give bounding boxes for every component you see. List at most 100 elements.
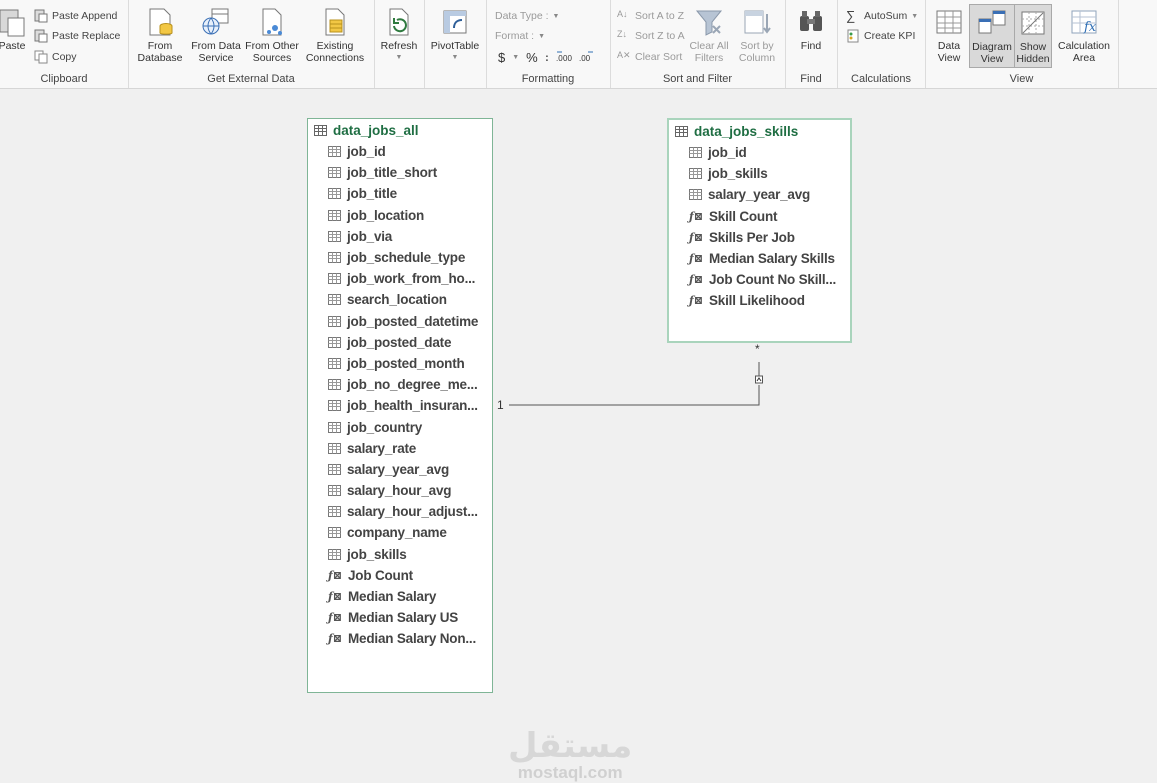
autosum-button[interactable]: ∑ AutoSum ▼ — [846, 8, 918, 24]
table-measure-row[interactable]: ƒ⊠ Median Salary — [308, 586, 492, 607]
sort-a-z-button[interactable]: A↓ Sort A to Z — [617, 8, 684, 24]
table-column-row[interactable]: job_skills — [308, 544, 492, 565]
table-column-row[interactable]: job_no_degree_me... — [308, 374, 492, 395]
clear-sort-icon: A✕ — [617, 50, 631, 60]
clear-sort-button[interactable]: A✕ Clear Sort — [617, 49, 682, 65]
diagram-view-button[interactable]: Diagram View — [969, 4, 1015, 68]
table-measure-row[interactable]: ƒ⊠ Job Count No Skill... — [669, 269, 850, 290]
measure-name: Job Count — [348, 567, 413, 583]
table-column-row[interactable]: job_posted_datetime — [308, 311, 492, 332]
refresh-group: Refresh ▼ — [374, 0, 425, 88]
paste-button[interactable]: Paste — [0, 6, 30, 52]
find-button[interactable]: Find — [789, 6, 833, 52]
table-column-row[interactable]: company_name — [308, 522, 492, 543]
diagram-view-icon — [978, 10, 1006, 34]
table-measure-row[interactable]: ƒ⊠ Median Salary US — [308, 607, 492, 628]
format-label: Format : — [495, 30, 535, 42]
column-icon — [328, 485, 341, 497]
paste-replace-icon — [34, 29, 48, 43]
table-column-row[interactable]: job_skills — [669, 163, 850, 184]
measure-fx-icon: ƒ⊠ — [328, 590, 342, 604]
table-data-jobs-all[interactable]: data_jobs_all job_id job_title_short job_t… — [307, 118, 493, 693]
create-kpi-button[interactable]: Create KPI — [846, 28, 915, 44]
comma-style-button[interactable]: ։ — [545, 49, 549, 65]
measure-fx-icon: ƒ⊠ — [328, 568, 342, 582]
percent-button[interactable]: % — [526, 50, 538, 65]
watermark-arabic: مستقل — [508, 727, 633, 765]
formatting-group: Data Type : ▼ Format : ▼ $ ▼ % ։ .0 00 .0… — [486, 0, 611, 88]
pivottable-button[interactable]: PivotTable ▼ — [428, 6, 482, 64]
table-measure-row[interactable]: ƒ⊠ Skill Likelihood — [669, 290, 850, 311]
data-view-button[interactable]: Data View — [929, 6, 969, 64]
table-measure-row[interactable]: ƒ⊠ Skill Count — [669, 206, 850, 227]
table-measure-row[interactable]: ƒ⊠ Median Salary Non... — [308, 628, 492, 649]
table-column-row[interactable]: salary_hour_adjust... — [308, 501, 492, 522]
sort-by-column-button[interactable]: Sort by Column — [734, 6, 780, 64]
autosum-label: AutoSum — [864, 10, 908, 22]
table-measure-row[interactable]: ƒ⊠ Skills Per Job — [669, 227, 850, 248]
table-column-row[interactable]: job_health_insuran... — [308, 395, 492, 416]
table-column-row[interactable]: job_posted_month — [308, 353, 492, 374]
data-type-dropdown[interactable]: Data Type : ▼ — [495, 8, 559, 24]
table-column-row[interactable]: job_id — [308, 141, 492, 162]
view-group: Data View Diagram View Show Hidden fx Ca… — [925, 0, 1119, 88]
clear-all-filters-button[interactable]: Clear All Filters — [686, 6, 732, 64]
decrease-decimal-icon[interactable]: .00 — [579, 50, 595, 64]
sort-z-a-button[interactable]: Z↓ Sort Z to A — [617, 28, 685, 44]
currency-button[interactable]: $ — [498, 50, 505, 65]
table-column-row[interactable]: job_country — [308, 416, 492, 437]
table-column-row[interactable]: salary_rate — [308, 438, 492, 459]
increase-decimal-icon[interactable]: .0 00 — [556, 50, 572, 64]
svg-text:00: 00 — [563, 54, 572, 63]
column-icon — [328, 527, 341, 539]
from-other-sources-button[interactable]: From Other Sources — [244, 6, 300, 64]
pivottable-group: PivotTable ▼ — [424, 0, 487, 88]
sort-a-z-label: Sort A to Z — [635, 10, 685, 22]
table-title[interactable]: data_jobs_all — [308, 119, 492, 141]
format-dropdown[interactable]: Format : ▼ — [495, 28, 545, 44]
data-view-label: Data View — [937, 40, 961, 64]
table-title[interactable]: data_jobs_skills — [669, 120, 850, 142]
currency-dropdown-icon[interactable]: ▼ — [512, 54, 519, 61]
table-column-row[interactable]: job_work_from_ho... — [308, 268, 492, 289]
table-measure-row[interactable]: ƒ⊠ Median Salary Skills — [669, 248, 850, 269]
paste-replace-button[interactable]: Paste Replace — [34, 28, 120, 44]
table-column-row[interactable]: job_schedule_type — [308, 247, 492, 268]
show-hidden-icon — [1021, 11, 1045, 35]
table-data-jobs-skills[interactable]: data_jobs_skills job_id job_skills salary_… — [667, 118, 852, 343]
table-column-row[interactable]: job_via — [308, 226, 492, 247]
column-name: job_id — [347, 144, 386, 160]
from-data-service-button[interactable]: From Data Service — [188, 6, 244, 64]
calculation-area-button[interactable]: fx Calculation Area — [1053, 6, 1115, 64]
diagram-canvas[interactable]: 1 * data_jobs_all job_id job_title_short j… — [0, 89, 1157, 782]
calculation-area-icon: fx — [1071, 10, 1097, 35]
table-column-row[interactable]: salary_hour_avg — [308, 480, 492, 501]
copy-button[interactable]: Copy — [34, 49, 77, 65]
table-measure-row[interactable]: ƒ⊠ Job Count — [308, 565, 492, 586]
relationship-line[interactable] — [0, 89, 1157, 723]
table-column-row[interactable]: search_location — [308, 289, 492, 310]
table-column-row[interactable]: salary_year_avg — [308, 459, 492, 480]
table-column-row[interactable]: job_id — [669, 142, 850, 163]
measure-name: Median Salary US — [348, 610, 459, 626]
refresh-button[interactable]: Refresh ▼ — [376, 6, 422, 64]
table-column-row[interactable]: job_title — [308, 183, 492, 204]
show-hidden-button[interactable]: Show Hidden — [1014, 4, 1052, 68]
pivottable-label: PivotTable — [430, 40, 480, 52]
table-column-row[interactable]: salary_year_avg — [669, 184, 850, 205]
column-name: salary_hour_adjust... — [347, 504, 478, 520]
column-name: job_title_short — [347, 165, 438, 181]
table-column-row[interactable]: job_location — [308, 205, 492, 226]
paste-append-button[interactable]: Paste Append — [34, 8, 117, 24]
pivottable-dropdown-icon: ▼ — [451, 54, 459, 61]
column-list: job_id job_skills salary_year_avg ƒ⊠ Skill C… — [669, 142, 850, 312]
existing-connections-button[interactable]: Existing Connections — [300, 6, 370, 64]
table-column-row[interactable]: job_title_short — [308, 162, 492, 183]
view-group-label: View — [1009, 73, 1034, 85]
external-data-group-label: Get External Data — [207, 73, 295, 85]
from-database-button[interactable]: From Database — [132, 6, 188, 64]
column-name: job_health_insuran... — [347, 398, 478, 414]
table-column-row[interactable]: job_posted_date — [308, 332, 492, 353]
measure-name: Median Salary Non... — [348, 631, 477, 647]
column-icon — [328, 315, 341, 327]
